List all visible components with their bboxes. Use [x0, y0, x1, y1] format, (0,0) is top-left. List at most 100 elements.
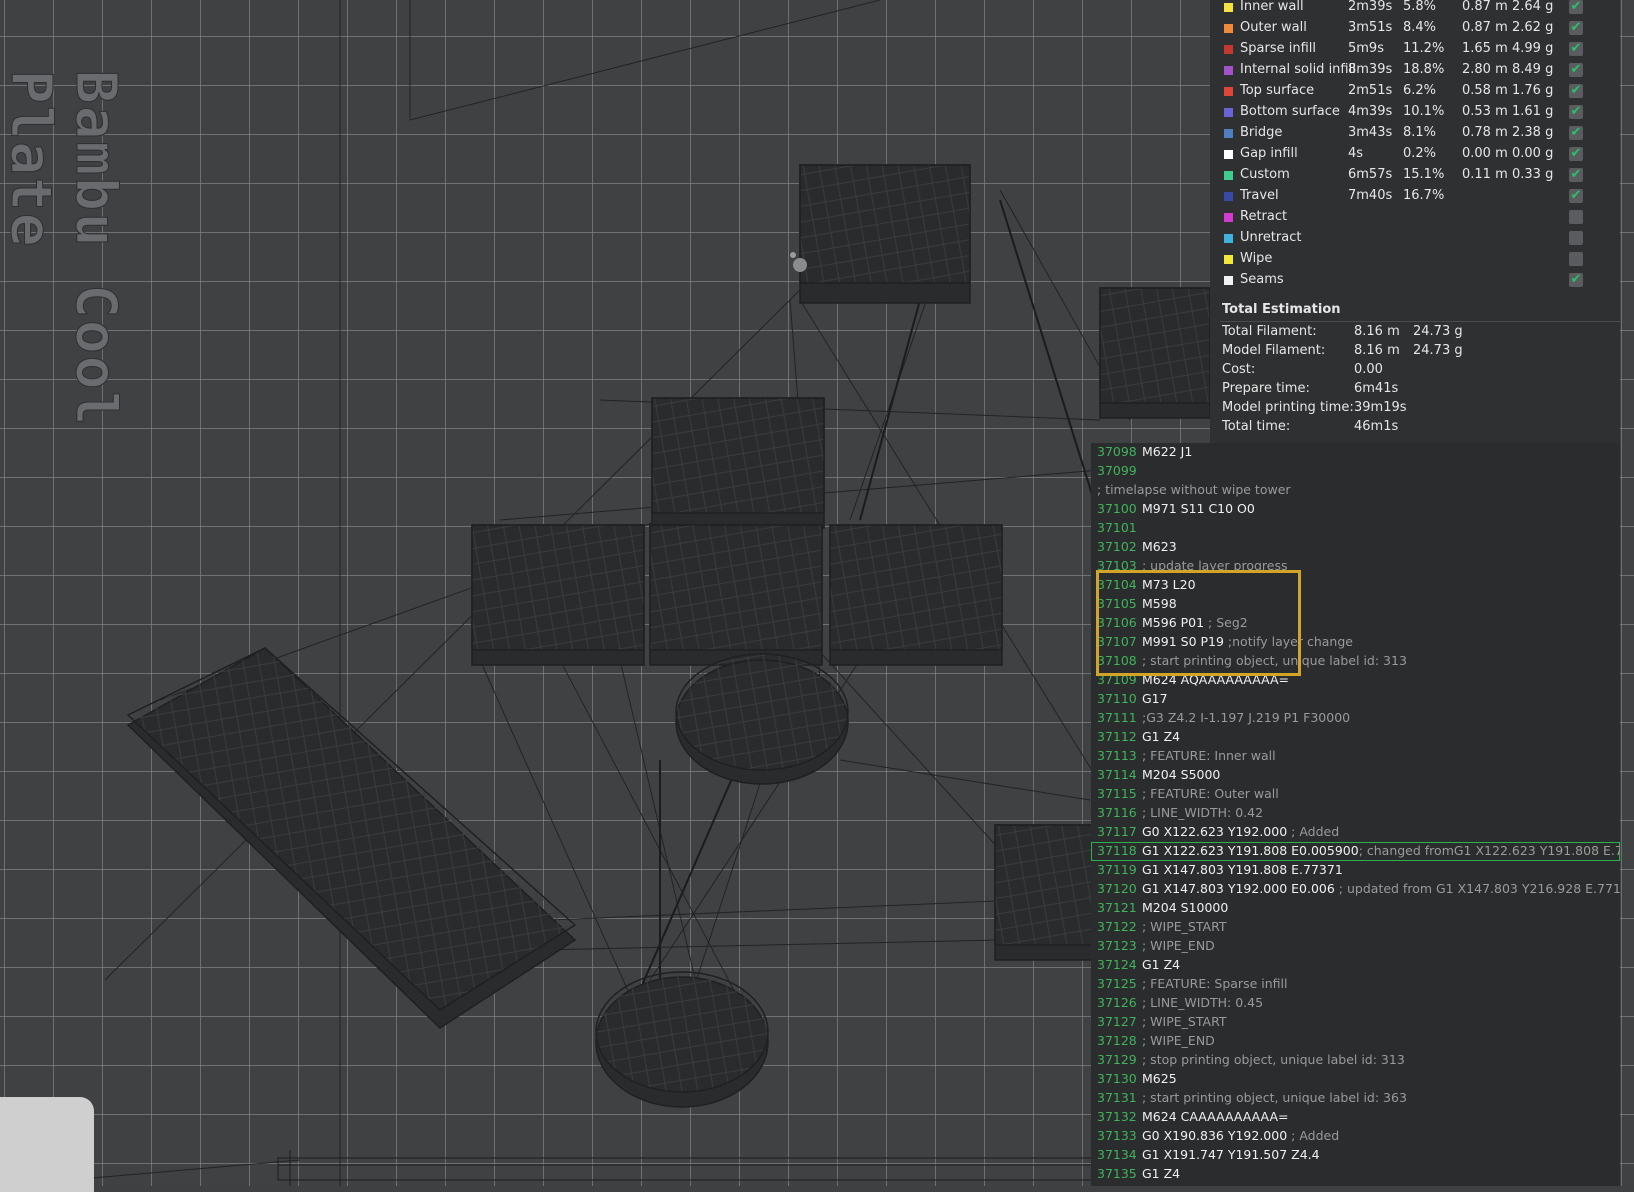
total-estimation-row: Total time: 46m1s — [1222, 419, 1622, 438]
legend-row: Top surface 2m51s 6.2% 0.58 m 1.76 g ✔ — [1210, 82, 1620, 102]
visibility-checkbox[interactable]: ✔ — [1569, 147, 1583, 161]
gcode-line[interactable]: 37132 M624 CAAAAAAAAAA= — [1091, 1108, 1620, 1127]
visibility-checkbox[interactable]: ✔ — [1569, 63, 1583, 77]
gcode-line[interactable]: 37135 G1 Z4 — [1091, 1165, 1620, 1184]
gcode-line[interactable]: 37099 — [1091, 462, 1620, 481]
gcode-line[interactable]: 37121 M204 S10000 — [1091, 899, 1620, 918]
line-number: 37102 — [1097, 539, 1137, 554]
feature-percent: 8.1% — [1403, 125, 1437, 140]
gcode-line[interactable]: 37128 ; WIPE_END — [1091, 1032, 1620, 1051]
gcode-text: G0 X122.623 Y192.000 ; Added — [1142, 824, 1339, 839]
feature-time: 7m40s — [1348, 188, 1393, 203]
total-estimation-row: Total Filament: 8.16 m 24.73 g — [1222, 324, 1622, 343]
gcode-text: G0 X190.836 Y192.000 ; Added — [1142, 1128, 1339, 1143]
legend-row: Bridge 3m43s 8.1% 0.78 m 2.38 g ✔ — [1210, 124, 1620, 144]
line-number: 37127 — [1097, 1014, 1137, 1029]
gcode-line[interactable]: 37110 G17 — [1091, 690, 1620, 709]
gcode-line[interactable]: 37098 M622 J1 — [1091, 443, 1620, 462]
feature-name: Custom — [1240, 167, 1290, 182]
gcode-comment: ; Added — [1287, 1128, 1340, 1143]
gcode-line[interactable]: 37100 M971 S11 C10 O0 — [1091, 500, 1620, 519]
feature-weight: 1.76 g — [1512, 83, 1554, 98]
gcode-line[interactable]: 37125 ; FEATURE: Sparse infill — [1091, 975, 1620, 994]
gcode-line[interactable]: 37120 G1 X147.803 Y192.000 E0.006 ; updat… — [1091, 880, 1620, 899]
gcode-line[interactable]: 37123 ; WIPE_END — [1091, 937, 1620, 956]
visibility-checkbox[interactable]: ✔ — [1569, 105, 1583, 119]
gcode-line[interactable]: 37112 G1 Z4 — [1091, 728, 1620, 747]
gcode-command: M622 — [1142, 444, 1177, 459]
line-number: 37101 — [1097, 520, 1137, 535]
gcode-line[interactable]: 37126 ; LINE_WIDTH: 0.45 — [1091, 994, 1620, 1013]
gcode-args: X190.836 Y192.000 — [1159, 1128, 1288, 1143]
visibility-checkbox[interactable] — [1569, 210, 1583, 224]
gcode-line[interactable]: 37130 M625 — [1091, 1070, 1620, 1089]
total-value: 8.16 m — [1354, 343, 1400, 358]
legend-row: Custom 6m57s 15.1% 0.11 m 0.33 g ✔ — [1210, 166, 1620, 186]
gcode-command: M204 — [1142, 767, 1177, 782]
line-number: 37134 — [1097, 1147, 1137, 1162]
gcode-line[interactable]: 37111 ;G3 Z4.2 I-1.197 J.219 P1 F30000 — [1091, 709, 1620, 728]
gcode-command: M204 — [1142, 900, 1177, 915]
gcode-line[interactable]: 37115 ; FEATURE: Outer wall — [1091, 785, 1620, 804]
divider — [1220, 321, 1620, 322]
legend-row: Inner wall 2m39s 5.8% 0.87 m 2.64 g ✔ — [1210, 0, 1620, 18]
feature-time: 3m51s — [1348, 20, 1393, 35]
gcode-line[interactable]: 37122 ; WIPE_START — [1091, 918, 1620, 937]
line-number: 37135 — [1097, 1166, 1137, 1181]
navigation-cube-corner[interactable] — [0, 1097, 94, 1192]
color-swatch — [1224, 129, 1233, 138]
gcode-line[interactable]: 37102 M623 — [1091, 538, 1620, 557]
gcode-line[interactable]: ; timelapse without wipe tower — [1091, 481, 1620, 500]
gcode-line[interactable]: 37116 ; LINE_WIDTH: 0.42 — [1091, 804, 1620, 823]
gcode-line[interactable]: 37113 ; FEATURE: Inner wall — [1091, 747, 1620, 766]
gcode-line[interactable]: 37101 — [1091, 519, 1620, 538]
gcode-line[interactable]: 37118 G1 X122.623 Y191.808 E0.005900; cha… — [1091, 842, 1620, 861]
gcode-line[interactable]: 37131 ; start printing object, unique lab… — [1091, 1089, 1620, 1108]
visibility-checkbox[interactable]: ✔ — [1569, 168, 1583, 182]
visibility-checkbox[interactable]: ✔ — [1569, 21, 1583, 35]
gcode-line[interactable]: 37133 G0 X190.836 Y192.000 ; Added — [1091, 1127, 1620, 1146]
color-swatch — [1224, 24, 1233, 33]
gcode-line[interactable]: 37117 G0 X122.623 Y192.000 ; Added — [1091, 823, 1620, 842]
total-value: 6m41s — [1354, 381, 1399, 396]
line-number: 37117 — [1097, 824, 1137, 839]
gcode-comment: ; Added — [1287, 824, 1340, 839]
visibility-checkbox[interactable] — [1569, 231, 1583, 245]
line-number: 37112 — [1097, 729, 1137, 744]
gcode-command: M625 — [1142, 1071, 1177, 1086]
gcode-comment: ; FEATURE: Inner wall — [1142, 748, 1276, 763]
feature-length: 1.65 m — [1462, 41, 1508, 56]
gcode-text: G1 X122.623 Y191.808 E0.005900; changed … — [1142, 843, 1620, 858]
gcode-line[interactable]: 37124 G1 Z4 — [1091, 956, 1620, 975]
gcode-text: G1 X191.747 Y191.507 Z4.4 — [1142, 1147, 1320, 1162]
gcode-text: M622 J1 — [1142, 444, 1192, 459]
visibility-checkbox[interactable]: ✔ — [1569, 84, 1583, 98]
color-swatch — [1224, 150, 1233, 159]
line-number: 37122 — [1097, 919, 1137, 934]
gcode-text: ; LINE_WIDTH: 0.42 — [1142, 805, 1263, 820]
visibility-checkbox[interactable]: ✔ — [1569, 0, 1583, 14]
gcode-line[interactable]: 37119 G1 X147.803 Y191.808 E.77371 — [1091, 861, 1620, 880]
gcode-viewer-panel[interactable]: 37098 M622 J1 37099 ; timelapse without wip… — [1091, 443, 1620, 1186]
feature-percent: 0.2% — [1403, 146, 1437, 161]
feature-name: Bridge — [1240, 125, 1283, 140]
feature-time: 3m43s — [1348, 125, 1393, 140]
gcode-line[interactable]: 37127 ; WIPE_START — [1091, 1013, 1620, 1032]
gcode-comment: ; LINE_WIDTH: 0.42 — [1142, 805, 1264, 820]
gcode-line[interactable]: 37134 G1 X191.747 Y191.507 Z4.4 — [1091, 1146, 1620, 1165]
feature-percent: 10.1% — [1403, 104, 1445, 119]
visibility-checkbox[interactable]: ✔ — [1569, 273, 1583, 287]
gcode-line[interactable]: 37114 M204 S5000 — [1091, 766, 1620, 785]
line-number: 37124 — [1097, 957, 1137, 972]
gcode-comment: ; WIPE_END — [1142, 1033, 1215, 1048]
visibility-checkbox[interactable]: ✔ — [1569, 189, 1583, 203]
visibility-checkbox[interactable]: ✔ — [1569, 42, 1583, 56]
visibility-checkbox[interactable] — [1569, 252, 1583, 266]
feature-weight: 0.00 g — [1512, 146, 1554, 161]
line-number: 37133 — [1097, 1128, 1137, 1143]
visibility-checkbox[interactable]: ✔ — [1569, 126, 1583, 140]
line-number: 37132 — [1097, 1109, 1137, 1124]
gcode-comment: ; start printing object, unique label id… — [1142, 1090, 1407, 1105]
gcode-args: X122.623 Y191.808 E0.005900 — [1159, 843, 1359, 858]
gcode-line[interactable]: 37129 ; stop printing object, unique labe… — [1091, 1051, 1620, 1070]
